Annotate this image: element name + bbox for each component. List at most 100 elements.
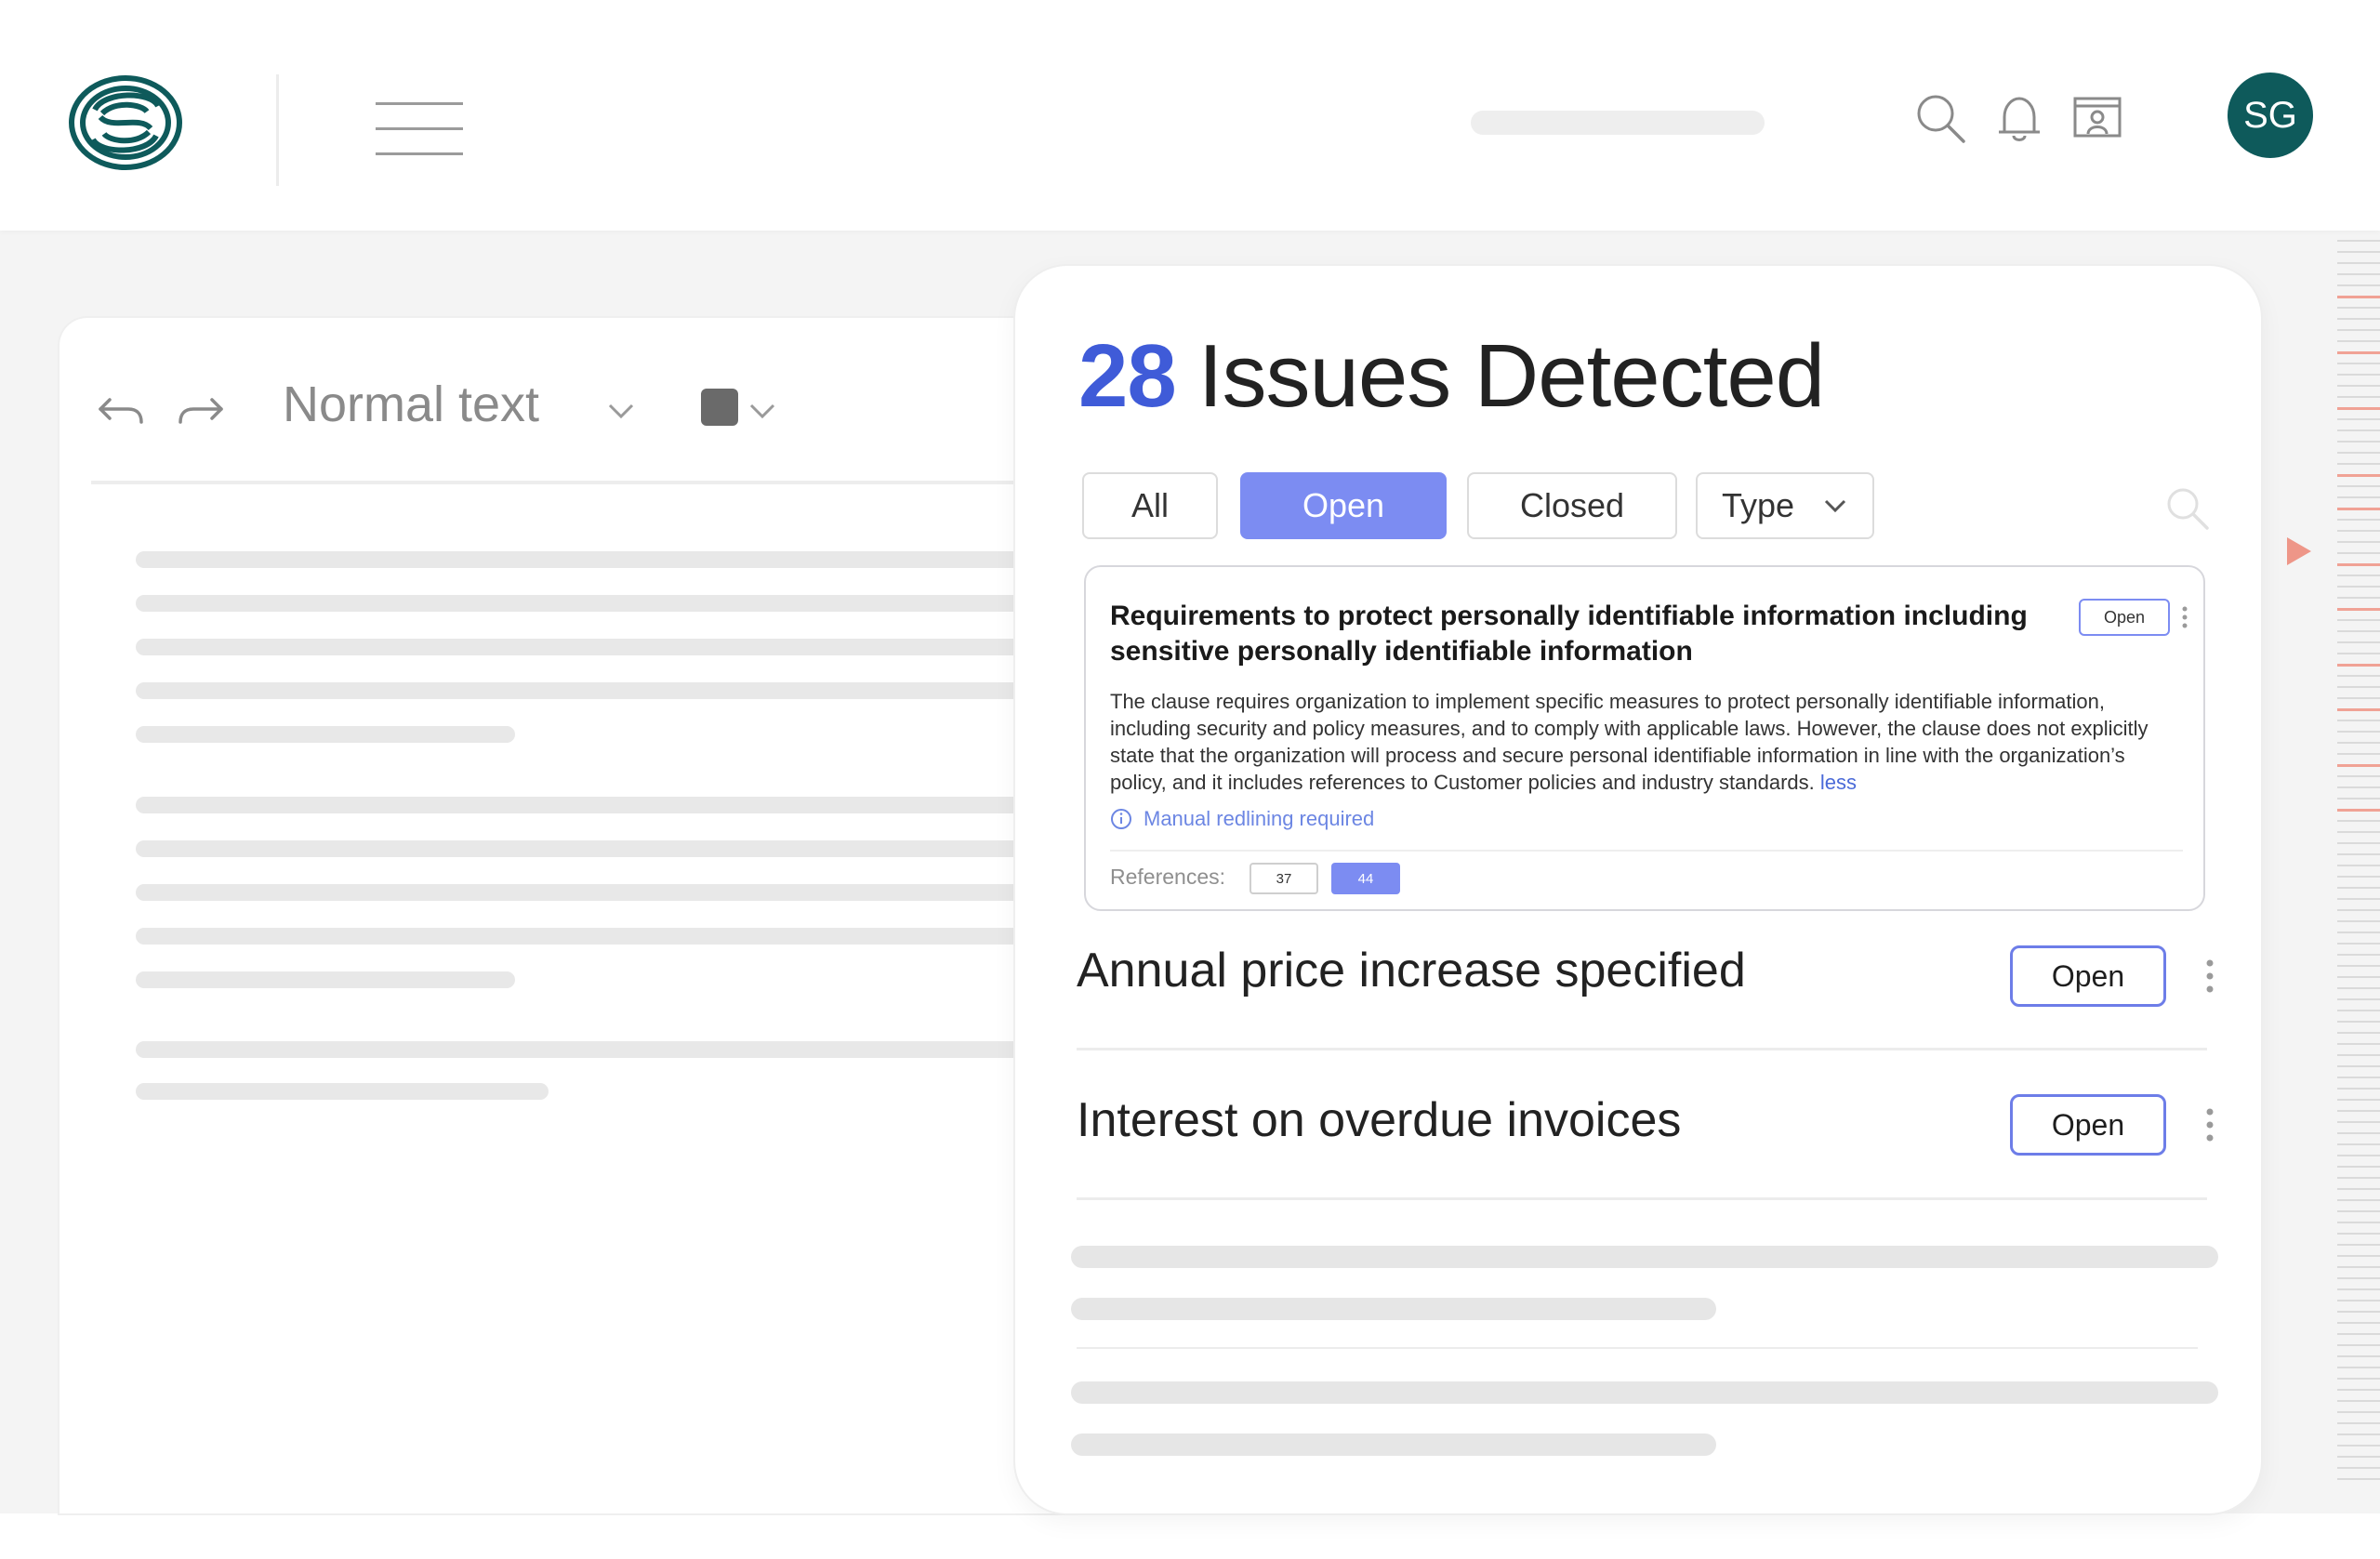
top-header: SG (0, 0, 2380, 231)
issue-row-title[interactable]: Interest on overdue invoices (1077, 1092, 1681, 1148)
issue-description: The clause requires organization to impl… (1110, 688, 2179, 796)
ruler-tick (2337, 998, 2380, 1000)
chevron-down-icon[interactable] (746, 394, 779, 428)
ruler-tick (2337, 262, 2380, 264)
filter-all[interactable]: All (1082, 472, 1218, 539)
ruler-tick (2337, 820, 2380, 822)
ruler-tick (2337, 273, 2380, 275)
reference-chip-active[interactable]: 44 (1331, 863, 1400, 894)
screen-share-icon[interactable] (2069, 91, 2125, 147)
ruler-tick (2337, 865, 2380, 866)
ruler-tick (2337, 1222, 2380, 1223)
issues-heading: 28 Issues Detected (1078, 325, 1825, 428)
ruler-tick (2337, 920, 2380, 922)
less-link[interactable]: less (1820, 771, 1857, 794)
text-style-dropdown[interactable]: Normal text (283, 376, 539, 433)
ruler-tick (2337, 1433, 2380, 1435)
open-status-button[interactable]: Open (2010, 1094, 2166, 1156)
scroll-ruler[interactable] (2337, 232, 2380, 1487)
hamburger-icon[interactable] (376, 102, 463, 156)
ruler-tick (2337, 597, 2380, 599)
ruler-tick (2337, 1143, 2380, 1145)
ruler-tick (2337, 1210, 2380, 1212)
ruler-tick (2337, 731, 2380, 733)
ruler-tick (2337, 363, 2380, 364)
ruler-tick (2337, 1355, 2380, 1357)
ruler-tick (2337, 720, 2380, 721)
ruler-tick (2337, 798, 2380, 799)
ruler-tick (2337, 1288, 2380, 1290)
reference-chip[interactable]: 37 (1250, 863, 1318, 894)
ruler-tick (2337, 943, 2380, 945)
filter-type-dropdown[interactable]: Type (1696, 472, 1874, 539)
filter-open[interactable]: Open (1240, 472, 1447, 539)
text-line-placeholder (136, 682, 1082, 699)
status-badge[interactable]: Open (2079, 599, 2170, 636)
ruler-tick (2337, 619, 2380, 621)
ruler-tick (2337, 876, 2380, 878)
ruler-issue-tick (2337, 351, 2380, 354)
issue-row-title[interactable]: Annual price increase specified (1077, 943, 1746, 998)
ruler-tick (2337, 1378, 2380, 1380)
ruler-tick (2337, 1244, 2380, 1246)
ruler-tick (2337, 697, 2380, 699)
ruler-tick (2337, 318, 2380, 320)
more-options-icon[interactable] (2205, 959, 2215, 993)
issues-count: 28 (1078, 326, 1177, 426)
user-avatar[interactable]: SG (2228, 73, 2313, 158)
ruler-tick (2337, 1043, 2380, 1045)
ruler-tick (2337, 1099, 2380, 1101)
ruler-tick (2337, 240, 2380, 242)
ruler-tick (2337, 485, 2380, 487)
loading-placeholder (1071, 1246, 2218, 1268)
text-color-swatch[interactable] (701, 389, 738, 426)
ruler-tick (2337, 1065, 2380, 1067)
ruler-tick (2337, 1188, 2380, 1190)
toolbar-divider (91, 481, 1082, 484)
bell-icon[interactable] (1991, 91, 2047, 147)
ruler-tick (2337, 1445, 2380, 1447)
ruler-tick (2337, 675, 2380, 677)
ruler-tick (2337, 541, 2380, 543)
ruler-tick (2337, 1010, 2380, 1011)
ruler-tick (2337, 1166, 2380, 1168)
scroll-position-marker[interactable] (2287, 537, 2311, 565)
open-status-button[interactable]: Open (2010, 945, 2166, 1007)
chevron-down-icon[interactable] (602, 392, 640, 429)
search-icon[interactable] (1913, 91, 1969, 147)
ruler-tick (2337, 1132, 2380, 1134)
filter-closed[interactable]: Closed (1467, 472, 1677, 539)
text-line-placeholder (136, 1083, 549, 1100)
ruler-tick (2337, 396, 2380, 398)
text-line-placeholder (136, 840, 1082, 857)
more-options-icon[interactable] (2181, 606, 2188, 628)
search-icon[interactable] (2162, 483, 2213, 534)
ruler-issue-tick (2337, 708, 2380, 711)
ruler-tick (2337, 284, 2380, 286)
ruler-tick (2337, 575, 2380, 576)
ruler-tick (2337, 630, 2380, 632)
issues-panel: 28 Issues Detected All Open Closed Type R… (1015, 266, 2261, 1513)
header-divider (276, 74, 279, 186)
redo-icon[interactable] (175, 383, 227, 435)
ruler-issue-tick (2337, 563, 2380, 566)
ruler-tick (2337, 653, 2380, 654)
ruler-tick (2337, 530, 2380, 532)
manual-redlining-text: Manual redlining required (1144, 807, 1375, 830)
ruler-tick (2337, 441, 2380, 443)
search-bar-placeholder[interactable] (1471, 111, 1765, 135)
ruler-tick (2337, 831, 2380, 833)
more-options-icon[interactable] (2205, 1108, 2215, 1142)
brand-logo-icon[interactable] (67, 73, 184, 173)
ruler-tick (2337, 1478, 2380, 1480)
ruler-tick (2337, 887, 2380, 889)
ruler-tick (2337, 1110, 2380, 1112)
ruler-tick (2337, 1344, 2380, 1346)
issue-detail-card[interactable]: Requirements to protect personally ident… (1084, 565, 2205, 911)
ruler-tick (2337, 1456, 2380, 1458)
ruler-tick (2337, 742, 2380, 744)
ruler-tick (2337, 251, 2380, 253)
ruler-tick (2337, 1322, 2380, 1324)
undo-icon[interactable] (95, 383, 147, 435)
loading-placeholder (1071, 1433, 1716, 1456)
